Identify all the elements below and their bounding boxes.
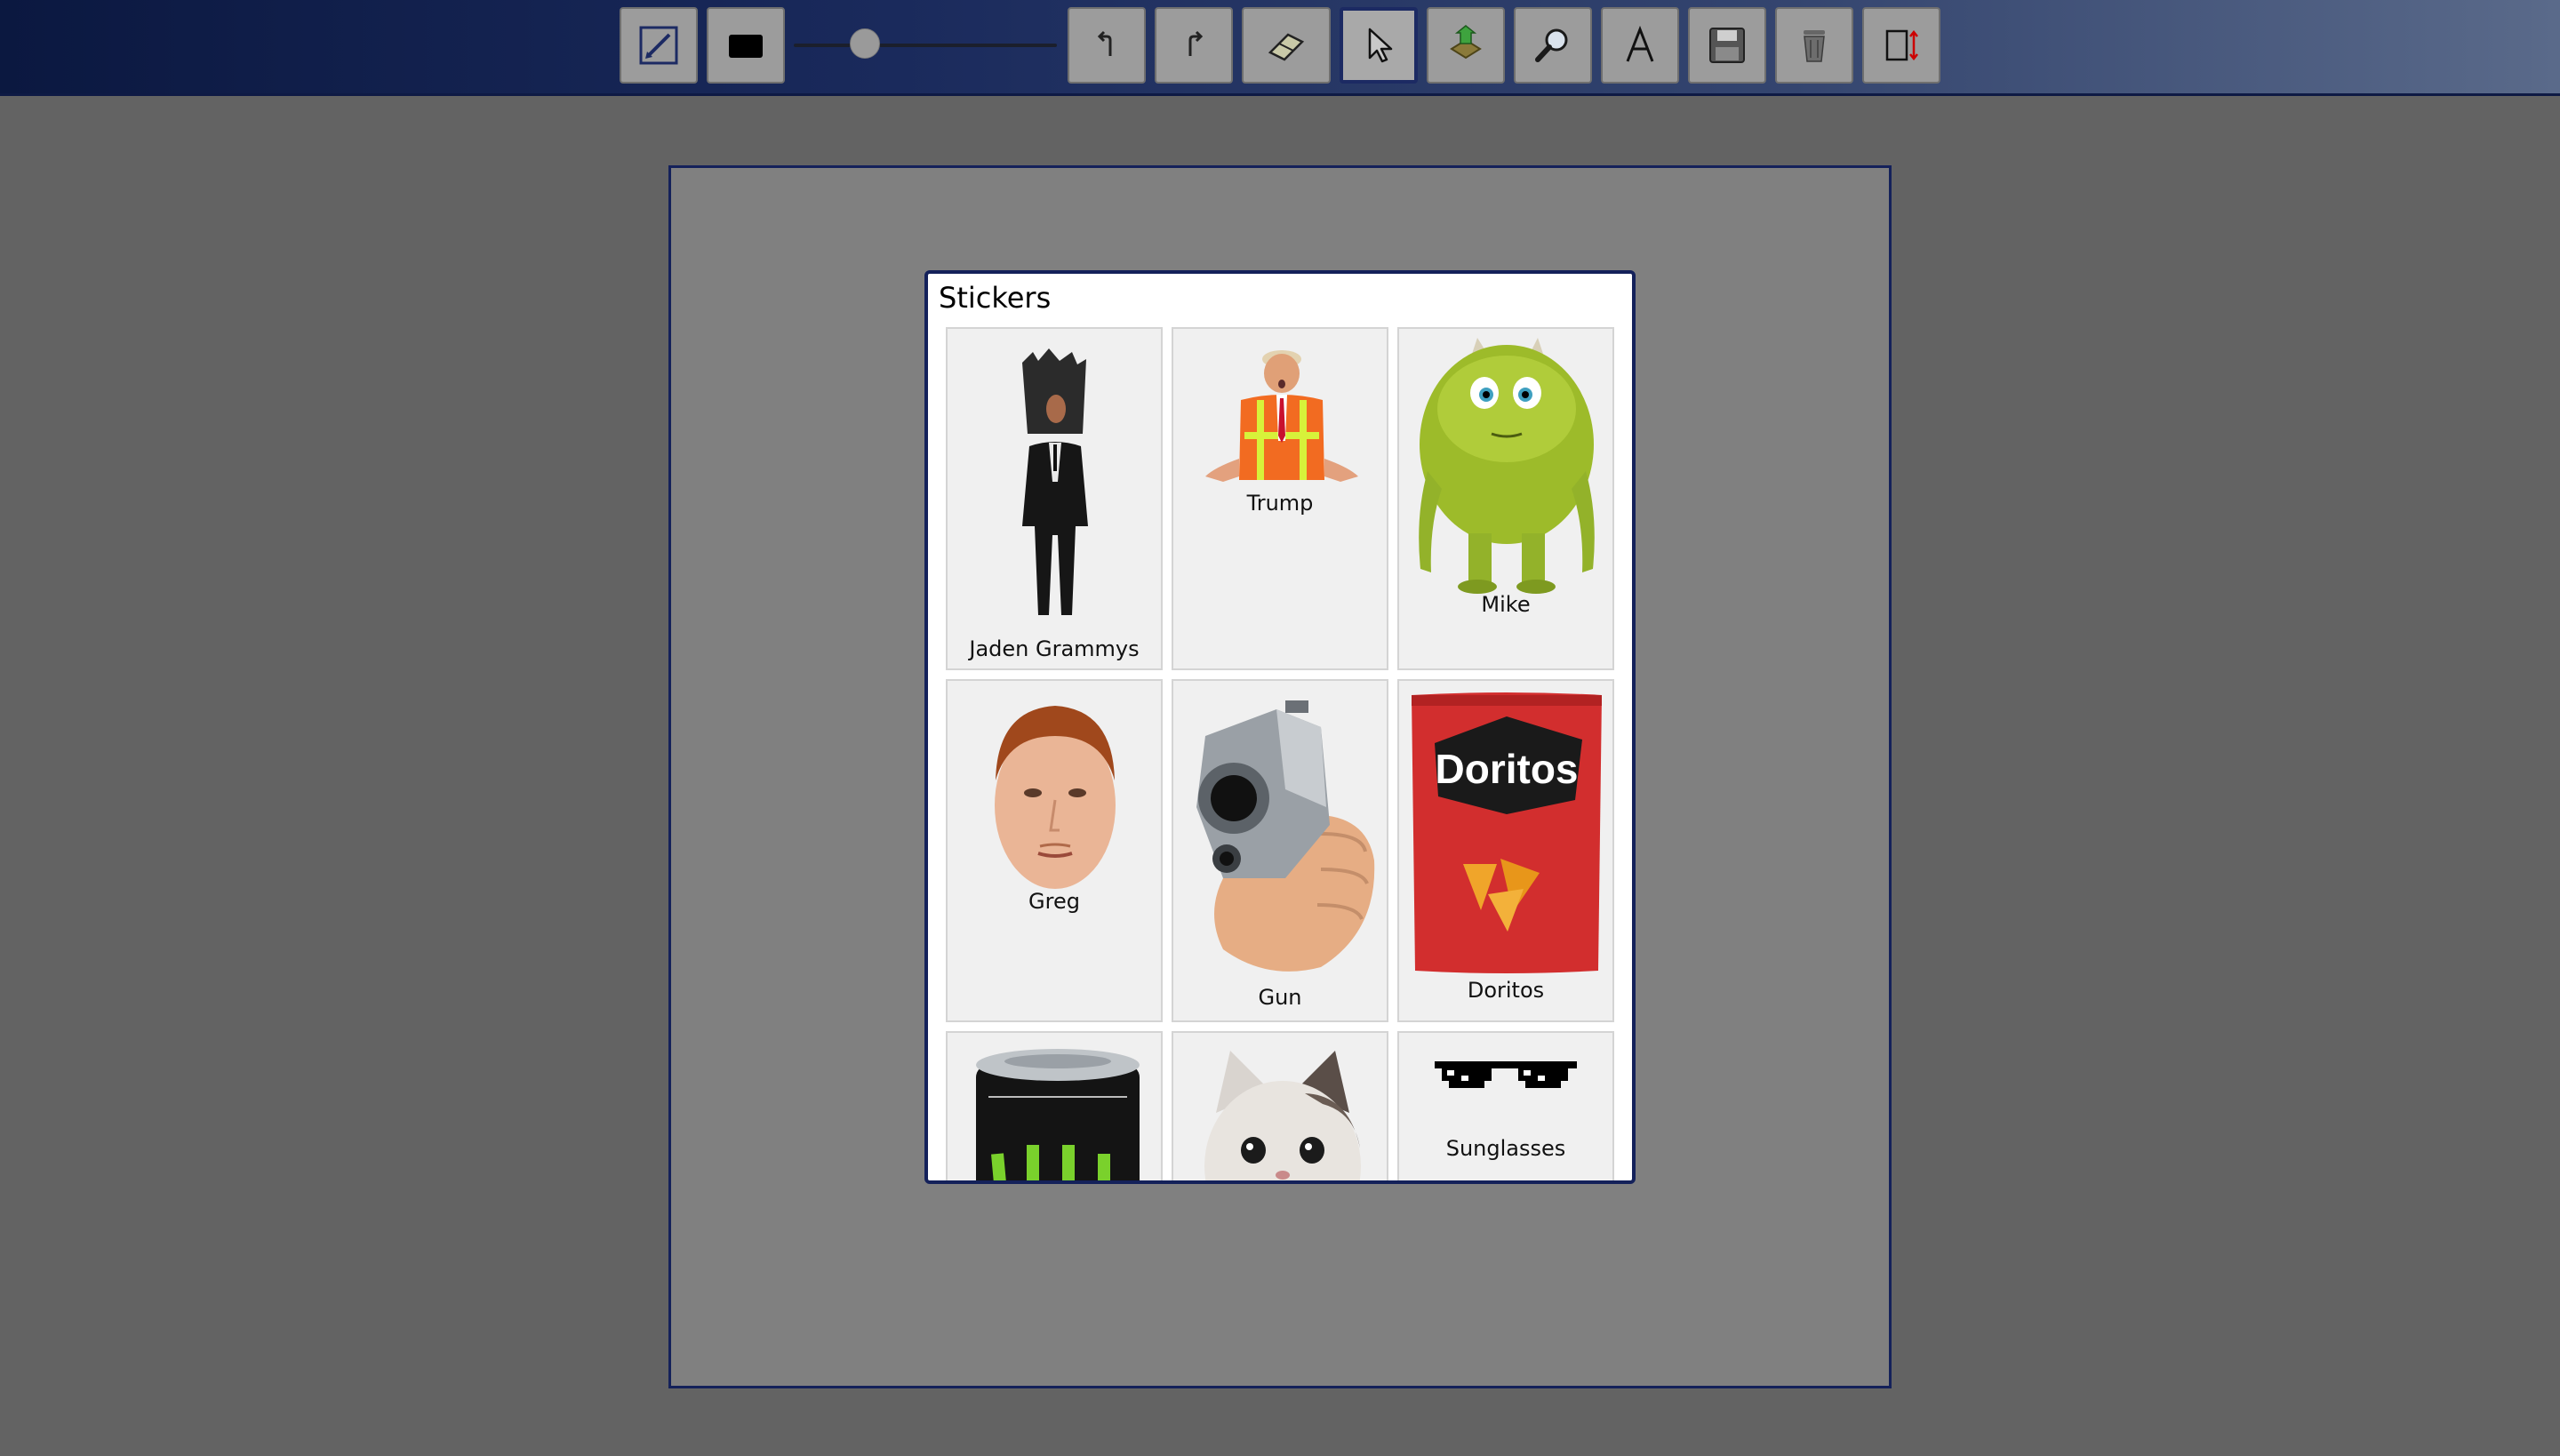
sticker-icon [1450,25,1482,60]
sticker-jaden-grammys[interactable]: Jaden Grammys [946,327,1163,670]
sticker-grid: Jaden Grammys Trump Mike Greg Gun Dorito… [946,327,1614,1180]
sticker-dialog: Stickers Jaden Grammys Trump Mike Greg G… [924,270,1636,1184]
sticker-label: Mike [1481,592,1531,617]
sticker-label: Gun [1258,985,1302,1010]
color-swatch-icon [729,35,763,58]
save-button[interactable] [1688,7,1766,84]
slider-track [794,44,1057,47]
sticker-cat[interactable] [1172,1031,1388,1180]
zoom-button[interactable] [1514,7,1592,84]
sticker-sunglasses[interactable]: Sunglasses [1397,1031,1614,1180]
cat-image [1204,1051,1361,1180]
sticker-trump[interactable]: Trump [1172,327,1388,670]
energy-drink-image [976,1049,1140,1180]
magnifier-icon [1535,28,1568,62]
text-tool-button[interactable] [1601,7,1679,84]
clear-button[interactable] [1775,7,1853,84]
sticker-gun[interactable]: Gun [1172,679,1388,1022]
text-icon [1626,25,1654,62]
sticker-label: Sunglasses [1445,1136,1566,1161]
sticker-greg[interactable]: Greg [946,679,1163,1022]
color-picker-button[interactable] [707,7,785,84]
greg-image [995,706,1116,889]
resize-icon [1885,29,1918,61]
eraser-icon [1268,33,1305,61]
sticker-doritos[interactable]: Doritos Doritos [1397,679,1614,1022]
trash-icon [1804,30,1825,62]
undo-button[interactable] [1068,7,1146,84]
sticker-energy-drink[interactable] [946,1031,1163,1180]
slider-thumb[interactable] [849,28,880,59]
redo-button[interactable] [1155,7,1233,84]
doritos-image: Doritos [1412,692,1602,973]
eraser-button[interactable] [1242,7,1331,84]
sticker-label: Greg [1028,889,1080,914]
sticker-label: Jaden Grammys [969,636,1140,661]
select-tool-button[interactable] [1340,7,1418,84]
pencil-icon [639,26,678,65]
toolbar [0,0,2560,96]
dialog-title: Stickers [939,281,1052,315]
sticker-label: Doritos [1467,978,1545,1003]
pencil-tool-button[interactable] [620,7,698,84]
gun-image [1196,700,1375,972]
resize-canvas-button[interactable] [1862,7,1940,84]
sticker-button[interactable] [1427,7,1505,84]
trump-image [1205,350,1358,482]
mike-image [1419,338,1595,594]
sticker-label: Trump [1246,491,1314,516]
sunglasses-image [1435,1061,1577,1088]
brush-size-slider[interactable] [794,28,1057,59]
sticker-mike[interactable]: Mike [1397,327,1614,670]
redo-icon [1188,30,1204,56]
pointer-icon [1368,28,1393,63]
jaden-grammys-image [1022,348,1088,615]
undo-icon [1097,30,1112,56]
doritos-logo-text: Doritos [1436,746,1579,792]
floppy-disk-icon [1709,28,1745,63]
